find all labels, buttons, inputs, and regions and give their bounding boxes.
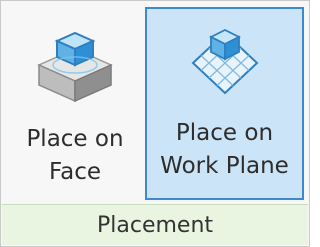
place-on-work-plane-label-line1: Place on bbox=[175, 120, 274, 146]
placement-ribbon-panel: Place on Face Place on Work Plane Placem… bbox=[0, 0, 310, 247]
place-on-work-plane-button[interactable]: Place on Work Plane bbox=[145, 7, 304, 200]
place-on-face-label: Place on Face bbox=[26, 123, 123, 189]
work-plane-icon bbox=[191, 28, 258, 95]
face-cube-icon bbox=[37, 31, 113, 103]
panel-title: Placement bbox=[96, 212, 214, 238]
place-on-work-plane-label: Place on Work Plane bbox=[160, 117, 289, 183]
place-on-face-label-line1: Place on bbox=[26, 126, 124, 152]
place-on-face-label-line2: Face bbox=[48, 159, 101, 185]
place-on-face-button[interactable]: Place on Face bbox=[7, 7, 143, 200]
panel-footer-placement: Placement bbox=[2, 204, 308, 245]
place-on-work-plane-label-line2: Work Plane bbox=[160, 153, 289, 179]
